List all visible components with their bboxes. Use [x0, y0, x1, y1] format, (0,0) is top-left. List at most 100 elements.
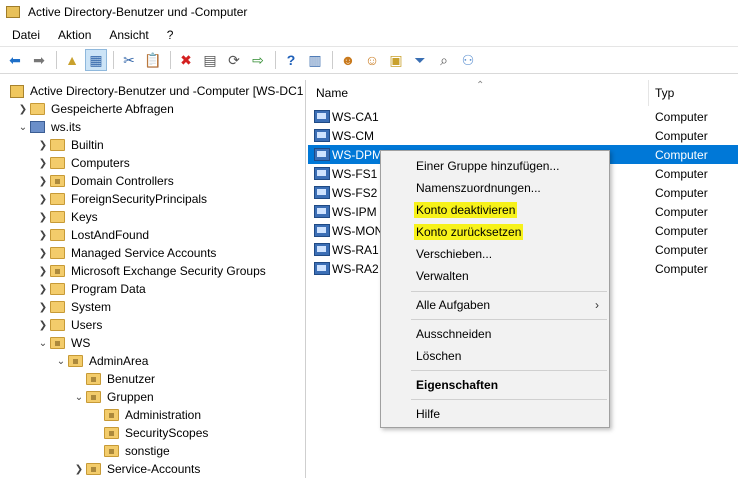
chevron-down-icon[interactable]: ⌄	[54, 356, 68, 367]
tree-item-ws[interactable]: ⌄ WS	[36, 334, 91, 352]
chevron-right-icon[interactable]: ❯	[36, 284, 50, 295]
tree-item-benutzer[interactable]: Benutzer	[86, 370, 155, 388]
menu-item-disable-account[interactable]: Konto deaktivieren	[381, 199, 609, 221]
chevron-right-icon[interactable]: ❯	[36, 320, 50, 331]
window-title: Active Directory-Benutzer und -Computer	[28, 5, 248, 19]
delete-button[interactable]: ✖	[175, 49, 197, 71]
menu-item-name-mappings[interactable]: Namenszuordnungen...	[381, 177, 609, 199]
tree-root[interactable]: Active Directory-Benutzer und -Computer …	[10, 82, 303, 100]
new-ou-icon: ▣	[389, 52, 403, 68]
tree-item-foreign-security-principals[interactable]: ❯ ForeignSecurityPrincipals	[36, 190, 207, 208]
details-view-button[interactable]: ▥	[304, 49, 326, 71]
filter-button[interactable]: ⏷	[409, 49, 431, 71]
help-button[interactable]: ?	[280, 49, 302, 71]
new-group-button[interactable]: ☺	[361, 49, 383, 71]
tree-item-saved-queries[interactable]: ❯ Gespeicherte Abfragen	[16, 100, 174, 118]
cut-button[interactable]: ✂	[118, 49, 140, 71]
menu-ansicht[interactable]: Ansicht	[103, 25, 154, 45]
list-item-name: WS-CA1	[332, 109, 379, 124]
list-item-type: Computer	[655, 166, 708, 181]
tree-item-users[interactable]: ❯ Users	[36, 316, 103, 334]
chevron-right-icon[interactable]: ❯	[36, 248, 50, 259]
arrow-left-icon: ⬅	[9, 52, 21, 68]
chevron-down-icon[interactable]: ⌄	[36, 338, 50, 349]
details-view-icon: ▥	[308, 52, 322, 68]
tree-item-system[interactable]: ❯ System	[36, 298, 111, 316]
tree-item-securityscopes[interactable]: SecurityScopes	[104, 424, 208, 442]
toolbar-separator	[113, 51, 114, 69]
menu-item-manage[interactable]: Verwalten	[381, 265, 609, 287]
forward-button[interactable]: ➡	[28, 49, 50, 71]
menu-aktion[interactable]: Aktion	[52, 25, 97, 45]
menu-item-help[interactable]: Hilfe	[381, 403, 609, 425]
tree-item-domain[interactable]: ⌄ ws.its	[16, 118, 81, 136]
chevron-right-icon[interactable]: ❯	[36, 194, 50, 205]
folder-icon	[50, 319, 65, 331]
tree-item-gruppen[interactable]: ⌄ Gruppen	[72, 388, 154, 406]
tree-item-keys[interactable]: ❯ Keys	[36, 208, 98, 226]
show-tree-button[interactable]: ▦	[85, 49, 107, 71]
chevron-right-icon[interactable]: ❯	[36, 302, 50, 313]
find-button[interactable]: ⌕	[433, 49, 455, 71]
chevron-right-icon[interactable]: ❯	[36, 140, 50, 151]
column-header-name[interactable]: Name	[316, 80, 646, 106]
context-menu: Einer Gruppe hinzufügen... Namenszuordnu…	[380, 150, 610, 428]
properties-button[interactable]: ▤	[199, 49, 221, 71]
tree-item-managed-service-accounts[interactable]: ❯ Managed Service Accounts	[36, 244, 217, 262]
tree-item-program-data[interactable]: ❯ Program Data	[36, 280, 146, 298]
ou-folder-icon	[50, 337, 65, 349]
menu-item-all-tasks[interactable]: Alle Aufgaben ›	[381, 294, 609, 316]
tree-item-adminarea[interactable]: ⌄ AdminArea	[54, 352, 149, 370]
tree-item-computers[interactable]: ❯ Computers	[36, 154, 130, 172]
chevron-right-icon[interactable]: ❯	[36, 212, 50, 223]
export-button[interactable]: ⇨	[247, 49, 269, 71]
list-item[interactable]: WS-CM Computer	[308, 126, 738, 145]
tree-item-exchange-security-groups[interactable]: ❯ Microsoft Exchange Security Groups	[36, 262, 266, 280]
ou-folder-icon	[86, 373, 101, 385]
menu-item-cut[interactable]: Ausschneiden	[381, 323, 609, 345]
tree-item-service-accounts[interactable]: ❯ Service-Accounts	[72, 460, 201, 478]
new-user-button[interactable]: ☻	[337, 49, 359, 71]
chevron-right-icon[interactable]: ❯	[16, 104, 30, 115]
refresh-icon: ⟳	[228, 52, 240, 68]
tree-item-domain-controllers[interactable]: ❯ Domain Controllers	[36, 172, 174, 190]
chevron-right-icon[interactable]: ❯	[36, 266, 50, 277]
column-divider[interactable]	[648, 80, 649, 106]
chevron-right-icon[interactable]: ❯	[72, 464, 86, 475]
copy-button[interactable]: 📋	[142, 49, 164, 71]
tree-item-label: Domain Controllers	[71, 174, 174, 188]
chevron-right-icon[interactable]: ❯	[36, 158, 50, 169]
chevron-down-icon[interactable]: ⌄	[72, 392, 86, 403]
list-item-type: Computer	[655, 204, 708, 219]
highlighted-menu-label: Konto deaktivieren	[414, 202, 518, 218]
chevron-right-icon[interactable]: ❯	[36, 176, 50, 187]
menu-item-add-to-group[interactable]: Einer Gruppe hinzufügen...	[381, 155, 609, 177]
menu-item-move[interactable]: Verschieben...	[381, 243, 609, 265]
menu-item-reset-account[interactable]: Konto zurücksetzen	[381, 221, 609, 243]
tree-item-label: Program Data	[71, 282, 146, 296]
list-item[interactable]: WS-CA1 Computer	[308, 107, 738, 126]
tree-item-label: Microsoft Exchange Security Groups	[71, 264, 266, 278]
tree-item-lost-and-found[interactable]: ❯ LostAndFound	[36, 226, 149, 244]
menu-item-delete[interactable]: Löschen	[381, 345, 609, 367]
properties-icon: ▤	[203, 52, 217, 68]
list-item-name: WS-IPM	[332, 204, 377, 219]
add-to-group-button[interactable]: ⚇	[457, 49, 479, 71]
menu-help[interactable]: ?	[161, 25, 180, 45]
chevron-down-icon[interactable]: ⌄	[16, 122, 30, 133]
tree-item-label: SecurityScopes	[125, 426, 209, 440]
menu-item-properties[interactable]: Eigenschaften	[381, 374, 609, 396]
tree-item-administration[interactable]: Administration	[104, 406, 201, 424]
up-level-button[interactable]: ▲	[61, 49, 83, 71]
back-button[interactable]: ⬅	[4, 49, 26, 71]
tree-item-sonstige[interactable]: sonstige	[104, 442, 170, 460]
folder-up-icon: ▲	[65, 52, 79, 68]
tree-item-builtin[interactable]: ❯ Builtin	[36, 136, 104, 154]
refresh-button[interactable]: ⟳	[223, 49, 245, 71]
menu-datei[interactable]: Datei	[6, 25, 46, 45]
new-ou-button[interactable]: ▣	[385, 49, 407, 71]
toolbar: ⬅ ➡ ▲ ▦ ✂ 📋 ✖ ▤ ⟳ ⇨ ? ▥ ☻ ☺ ▣ ⏷ ⌕ ⚇	[0, 46, 738, 74]
tree-item-label: Builtin	[71, 138, 104, 152]
column-header-type[interactable]: Typ	[655, 80, 735, 106]
chevron-right-icon[interactable]: ❯	[36, 230, 50, 241]
